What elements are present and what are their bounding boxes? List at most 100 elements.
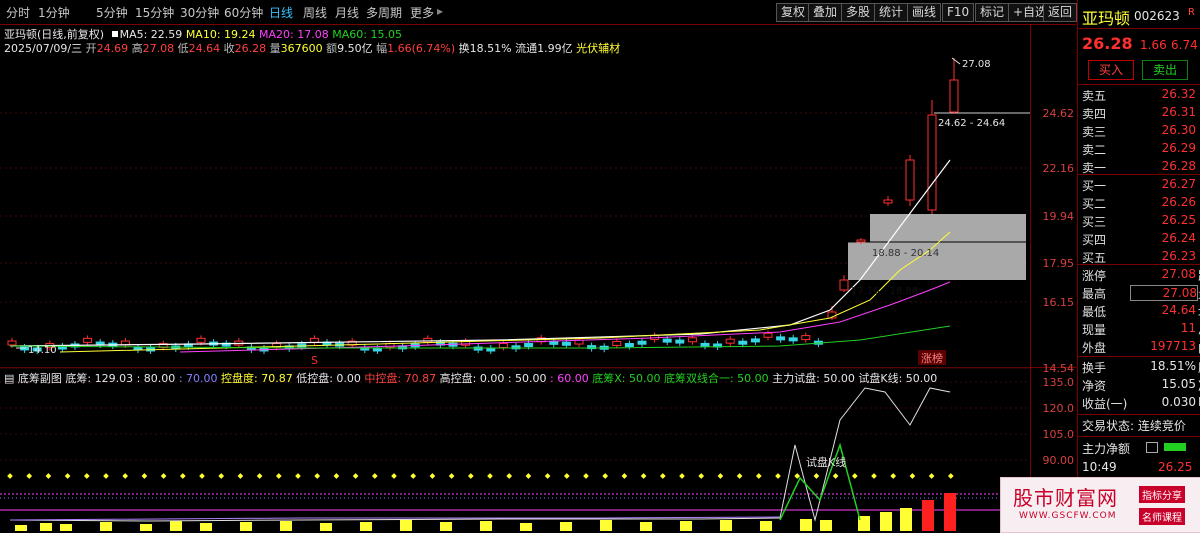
candle-body <box>561 341 571 346</box>
indicator-bar <box>600 520 612 531</box>
diamond-marker <box>256 473 263 479</box>
diamond-marker <box>602 473 609 479</box>
candle-body <box>725 338 735 344</box>
price-tick: 16.15 <box>1042 296 1075 309</box>
candle-body <box>738 340 748 345</box>
candle-body <box>700 342 710 347</box>
sell-button[interactable]: 卖出 <box>1142 60 1188 80</box>
diamond-marker <box>429 473 436 479</box>
candle-body <box>883 199 893 204</box>
main-flow-label: 主力净额 <box>1082 442 1131 456</box>
candle-body <box>624 343 634 348</box>
trade-state: 交易状态: 连续竞价 <box>1082 419 1186 433</box>
row-label: 卖二 <box>1082 143 1107 157</box>
stock-name: 亚玛顿 <box>1082 9 1131 28</box>
diamond-marker <box>487 473 493 479</box>
price-tick: 14.54 <box>1042 362 1075 375</box>
diamond-marker <box>295 473 301 479</box>
diamond-marker <box>122 473 129 479</box>
row-value: 26.24 <box>1161 231 1196 245</box>
bid-row[interactable]: 买二 26.26 <box>1078 194 1200 212</box>
ask-row[interactable]: 卖二 26.29 <box>1078 140 1200 158</box>
stat-row[interactable]: 现量11总 <box>1078 320 1200 338</box>
bid-row[interactable]: 买三 26.25 <box>1078 212 1200 230</box>
row-label: 外盘 <box>1082 341 1107 355</box>
bid-row[interactable]: 买一 26.27 <box>1078 176 1200 194</box>
indicator-bar <box>440 522 452 531</box>
diamond-marker <box>851 473 858 479</box>
tick-price: 26.25 <box>1158 460 1193 474</box>
ma10-line <box>59 231 951 353</box>
candle-body <box>776 336 786 341</box>
diamond-marker <box>391 473 397 479</box>
price-tick: 22.16 <box>1042 162 1075 175</box>
indicator-tick: 120.0 <box>1042 402 1075 415</box>
candle-body <box>423 337 433 343</box>
diamond-marker <box>333 473 340 479</box>
indicator-tick: 105.0 <box>1042 428 1075 441</box>
ask-row[interactable]: 卖三 26.30 <box>1078 122 1200 140</box>
nav-row: 净资 15.05 净 <box>1082 377 1200 393</box>
diamond-marker <box>679 473 685 479</box>
candle-body <box>196 337 206 343</box>
row-value: 26.29 <box>1161 141 1196 155</box>
stat-row[interactable]: 最高27.08量 <box>1078 284 1200 302</box>
indicator-bar <box>520 523 532 531</box>
row-label: 卖四 <box>1082 107 1107 121</box>
diamond-marker <box>275 473 282 479</box>
main-flow-menu-icon[interactable] <box>1146 442 1158 453</box>
price-tick: 19.94 <box>1042 210 1075 223</box>
bid-row[interactable]: 买四 26.24 <box>1078 230 1200 248</box>
indicator-bar <box>360 522 372 531</box>
range-label-1: 24.62 - 24.64 <box>938 118 1005 129</box>
diamond-marker <box>371 473 378 479</box>
ask-row[interactable]: 卖四 26.31 <box>1078 104 1200 122</box>
candle-body <box>7 340 17 346</box>
candle-body <box>801 335 811 341</box>
row-value: 11 <box>1180 321 1196 335</box>
indicator-bar <box>280 521 292 531</box>
stat-row[interactable]: 涨停27.08跌 <box>1078 266 1200 284</box>
indicator-name[interactable]: 底筹副图 <box>18 372 62 385</box>
range-label-2: 18.88 - 20.14 <box>872 248 939 259</box>
diamond-marker <box>45 473 52 479</box>
buy-button[interactable]: 买入 <box>1088 60 1134 80</box>
row-label: 买四 <box>1082 233 1107 247</box>
diamond-marker <box>7 473 13 479</box>
price-tick: 24.62 <box>1042 107 1075 120</box>
indicator-bar <box>900 508 912 531</box>
stat-row[interactable]: 外盘197713内 <box>1078 338 1200 356</box>
turnover-row: 换手 18.51% 股 <box>1082 359 1200 375</box>
indicator-tick: 90.00 <box>1042 454 1075 467</box>
main-flow-bar <box>1164 443 1186 451</box>
indicator-bar <box>880 512 892 531</box>
diamond-marker <box>83 473 90 479</box>
indicator-bar <box>720 520 732 531</box>
peak-label: 27.08 <box>962 59 991 70</box>
candle-body <box>662 338 672 343</box>
shipan-k-chart-label: 试盘K线 <box>806 455 846 469</box>
diamond-marker <box>525 473 532 479</box>
ma5-line <box>9 159 951 347</box>
indicator-menu-icon[interactable]: ▤ <box>4 372 14 385</box>
diamond-marker <box>448 473 455 479</box>
stock-code: 002623 <box>1134 9 1180 23</box>
diamond-marker <box>832 473 839 479</box>
row-value: 26.31 <box>1161 105 1196 119</box>
candle-body <box>750 338 760 343</box>
candle-body <box>309 337 319 343</box>
row-label: 涨停 <box>1082 269 1107 283</box>
indicator-tick: 135.0 <box>1042 376 1075 389</box>
indicator-bar <box>60 524 72 531</box>
row-value: 24.64 <box>1161 303 1196 317</box>
quote-panel: 亚玛顿 002623 R 26.28 1.66 6.74 买入 卖出 卖五 26.… <box>1077 0 1200 531</box>
kline-chart[interactable]: 27.08 24.62 - 24.64 18.88 - 20.14 17.16 … <box>0 0 1076 531</box>
candle-body <box>856 239 866 243</box>
candle-body <box>675 339 685 344</box>
diamond-marker <box>410 473 417 479</box>
candle-group <box>7 58 959 354</box>
stat-row[interactable]: 最低24.64均 <box>1078 302 1200 320</box>
ask-row[interactable]: 卖五 26.32 <box>1078 86 1200 104</box>
candle-body <box>905 159 915 201</box>
row-label: 买二 <box>1082 197 1107 211</box>
